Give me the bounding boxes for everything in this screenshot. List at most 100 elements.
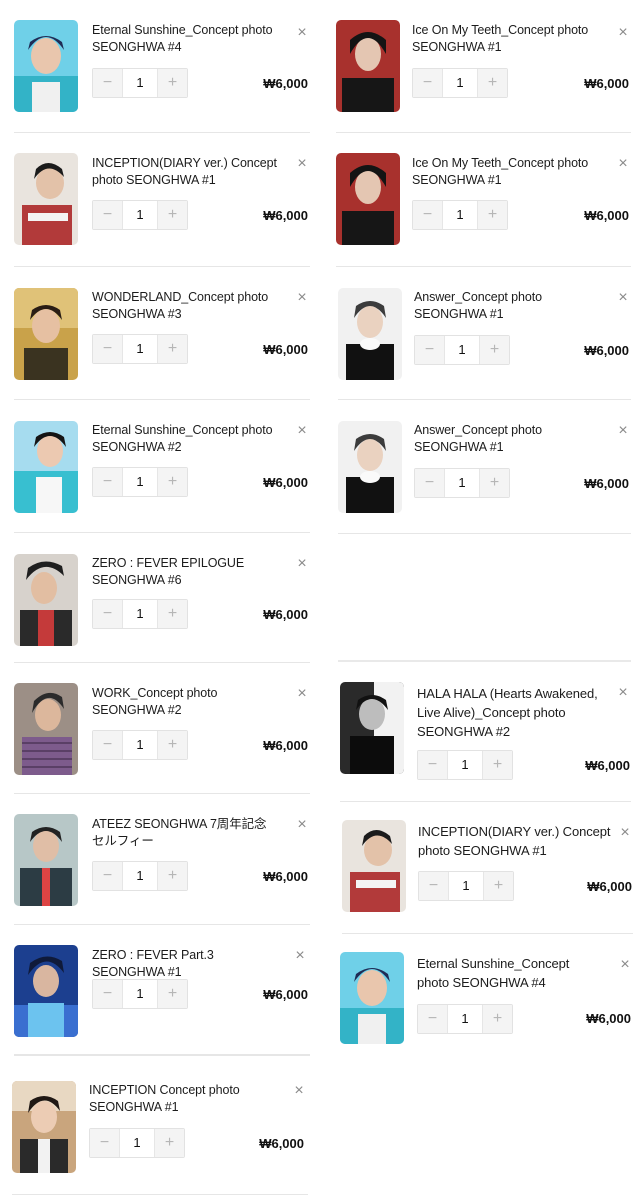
close-icon[interactable]: × xyxy=(295,423,309,439)
close-icon[interactable]: × xyxy=(616,423,630,439)
decrease-button[interactable]: − xyxy=(418,751,447,779)
close-icon[interactable]: × xyxy=(295,556,309,572)
close-icon[interactable]: × xyxy=(618,825,632,841)
close-icon[interactable]: × xyxy=(295,156,309,172)
decrease-button[interactable]: − xyxy=(93,600,122,628)
product-title[interactable]: INCEPTION(DIARY ver.) Concept photo SEON… xyxy=(92,155,277,188)
product-title[interactable]: INCEPTION Concept photo SEONGHWA #1 xyxy=(89,1082,274,1115)
increase-button[interactable]: + xyxy=(158,980,187,1008)
quantity-value[interactable]: 1 xyxy=(119,1129,155,1157)
increase-button[interactable]: + xyxy=(158,468,187,496)
product-photo[interactable] xyxy=(336,20,400,112)
product-photo[interactable] xyxy=(336,153,400,245)
decrease-button[interactable]: − xyxy=(415,336,444,364)
increase-button[interactable]: + xyxy=(478,69,507,97)
increase-button[interactable]: + xyxy=(483,751,512,779)
product-photo[interactable] xyxy=(14,554,78,646)
increase-button[interactable]: + xyxy=(158,69,187,97)
quantity-value[interactable]: 1 xyxy=(448,872,484,900)
quantity-value[interactable]: 1 xyxy=(122,862,158,890)
product-photo[interactable] xyxy=(14,288,78,380)
decrease-button[interactable]: − xyxy=(419,872,448,900)
product-photo[interactable] xyxy=(14,421,78,513)
increase-button[interactable]: + xyxy=(480,469,509,497)
decrease-button[interactable]: − xyxy=(415,469,444,497)
decrease-button[interactable]: − xyxy=(93,731,122,759)
product-photo[interactable] xyxy=(338,421,402,513)
quantity-value[interactable]: 1 xyxy=(122,468,158,496)
increase-button[interactable]: + xyxy=(478,201,507,229)
product-photo[interactable] xyxy=(14,153,78,245)
close-icon[interactable]: × xyxy=(295,25,309,41)
decrease-button[interactable]: − xyxy=(413,69,442,97)
product-title[interactable]: INCEPTION(DIARY ver.) Concept photo SEON… xyxy=(418,822,613,860)
product-title[interactable]: WORK_Concept photo SEONGHWA #2 xyxy=(92,685,277,718)
increase-button[interactable]: + xyxy=(155,1129,184,1157)
product-title[interactable]: Ice On My Teeth_Concept photo SEONGHWA #… xyxy=(412,22,592,55)
product-title[interactable]: Eternal Sunshine_Concept photo SEONGHWA … xyxy=(92,22,277,55)
product-title[interactable]: WONDERLAND_Concept photo SEONGHWA #3 xyxy=(92,289,277,322)
close-icon[interactable]: × xyxy=(295,290,309,306)
increase-button[interactable]: + xyxy=(483,1005,512,1033)
quantity-value[interactable]: 1 xyxy=(447,751,483,779)
close-icon[interactable]: × xyxy=(616,290,630,306)
product-photo[interactable] xyxy=(14,20,78,112)
decrease-button[interactable]: − xyxy=(413,201,442,229)
decrease-button[interactable]: − xyxy=(93,69,122,97)
close-icon[interactable]: × xyxy=(616,156,630,172)
decrease-button[interactable]: − xyxy=(93,335,122,363)
close-icon[interactable]: × xyxy=(293,948,307,964)
close-icon[interactable]: × xyxy=(616,685,630,701)
quantity-value[interactable]: 1 xyxy=(442,201,478,229)
product-title[interactable]: Answer_Concept photo SEONGHWA #1 xyxy=(414,422,604,455)
increase-button[interactable]: + xyxy=(158,600,187,628)
quantity-value[interactable]: 1 xyxy=(442,69,478,97)
product-title[interactable]: Eternal Sunshine_Concept photo SEONGHWA … xyxy=(92,422,277,455)
product-photo[interactable] xyxy=(14,945,78,1037)
quantity-value[interactable]: 1 xyxy=(122,600,158,628)
product-photo[interactable] xyxy=(340,682,404,774)
quantity-value[interactable]: 1 xyxy=(122,69,158,97)
product-photo[interactable] xyxy=(14,683,78,775)
increase-button[interactable]: + xyxy=(158,201,187,229)
product-photo[interactable] xyxy=(342,820,406,912)
quantity-value[interactable]: 1 xyxy=(122,201,158,229)
close-icon[interactable]: × xyxy=(295,686,309,702)
close-icon[interactable]: × xyxy=(292,1083,306,1099)
increase-button[interactable]: + xyxy=(158,731,187,759)
product-photo[interactable] xyxy=(340,952,404,1044)
decrease-button[interactable]: − xyxy=(90,1129,119,1157)
increase-button[interactable]: + xyxy=(158,862,187,890)
decrease-button[interactable]: − xyxy=(93,201,122,229)
quantity-value[interactable]: 1 xyxy=(122,731,158,759)
product-title[interactable]: ZERO : FEVER EPILOGUE SEONGHWA #6 xyxy=(92,555,277,588)
quantity-value[interactable]: 1 xyxy=(444,469,480,497)
decrease-button[interactable]: − xyxy=(418,1005,447,1033)
quantity-value[interactable]: 1 xyxy=(447,1005,483,1033)
quantity-value[interactable]: 1 xyxy=(122,980,158,1008)
decrease-button[interactable]: − xyxy=(93,980,122,1008)
product-photo[interactable] xyxy=(12,1081,76,1173)
increase-button[interactable]: + xyxy=(158,335,187,363)
quantity-value[interactable]: 1 xyxy=(444,336,480,364)
product-title[interactable]: ATEEZ SEONGHWA 7周年記念セルフィー xyxy=(92,816,277,849)
decrease-button[interactable]: − xyxy=(93,468,122,496)
cart-item: INCEPTION Concept photo SEONGHWA #1 × − … xyxy=(12,1060,308,1195)
product-photo[interactable] xyxy=(338,288,402,380)
decrease-button[interactable]: − xyxy=(93,862,122,890)
product-title[interactable]: Ice On My Teeth_Concept photo SEONGHWA #… xyxy=(412,155,592,188)
close-icon[interactable]: × xyxy=(618,957,632,973)
product-photo[interactable] xyxy=(14,814,78,906)
increase-button[interactable]: + xyxy=(484,872,513,900)
product-title[interactable]: Answer_Concept photo SEONGHWA #1 xyxy=(414,289,604,322)
quantity-value[interactable]: 1 xyxy=(122,335,158,363)
cart-item: Ice On My Teeth_Concept photo SEONGHWA #… xyxy=(336,14,631,133)
close-icon[interactable]: × xyxy=(295,817,309,833)
close-icon[interactable]: × xyxy=(616,25,630,41)
product-title[interactable]: HALA HALA (Hearts Awakened, Live Alive)_… xyxy=(417,684,607,741)
product-title[interactable]: ZERO : FEVER Part.3 SEONGHWA #1 xyxy=(92,947,287,980)
product-title[interactable]: Eternal Sunshine_Concept photo SEONGHWA … xyxy=(417,954,602,992)
increase-button[interactable]: + xyxy=(480,336,509,364)
quantity-stepper: − 1 + xyxy=(92,68,188,98)
quantity-stepper: − 1 + xyxy=(417,750,513,780)
